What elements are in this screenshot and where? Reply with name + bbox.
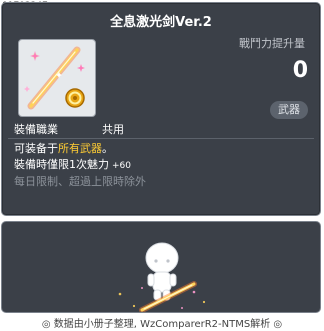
combat-power-value: 0 <box>292 58 308 83</box>
desc-line-limit: 每日限制、超過上限時除外 <box>14 175 146 188</box>
job-label: 裝備職業 <box>14 123 58 136</box>
desc-line2-bonus: +60 <box>112 161 131 171</box>
item-description: 可装备于所有武器。 裝備時僅限1次魅力 +60 每日限制、超過上限時除外 <box>14 141 146 190</box>
laser-sword-icon <box>24 46 85 110</box>
desc-line2-text: 裝備時僅限1次魅力 <box>14 158 109 171</box>
desc-line1-suffix: 。 <box>102 142 113 155</box>
character-preview <box>1 221 321 313</box>
desc-line1-highlight: 所有武器 <box>58 142 102 155</box>
divider <box>8 138 314 139</box>
job-value: 共用 <box>102 123 124 136</box>
item-tooltip: 全息激光剑Ver.2 戰鬥力提升量 0 武器 裝備職業 共用 可装备于所有武器。… <box>1 2 321 216</box>
category-badge: 武器 <box>270 101 308 119</box>
desc-line-equip: 可装备于所有武器。 <box>14 141 146 157</box>
character-preview-icon <box>118 242 206 312</box>
desc-line1-prefix: 可装备于 <box>14 142 58 155</box>
footer-credit: ◎ 数据由小册子整理, WzComparerR2-NTMS解析 ◎ <box>41 319 283 330</box>
job-row: 裝備職業 共用 <box>14 121 124 137</box>
item-title: 全息激光剑Ver.2 <box>110 15 212 30</box>
desc-line-charm: 裝備時僅限1次魅力 +60 <box>14 157 146 174</box>
combat-power-label: 戰鬥力提升量 <box>239 37 305 50</box>
item-icon-frame <box>18 39 96 117</box>
